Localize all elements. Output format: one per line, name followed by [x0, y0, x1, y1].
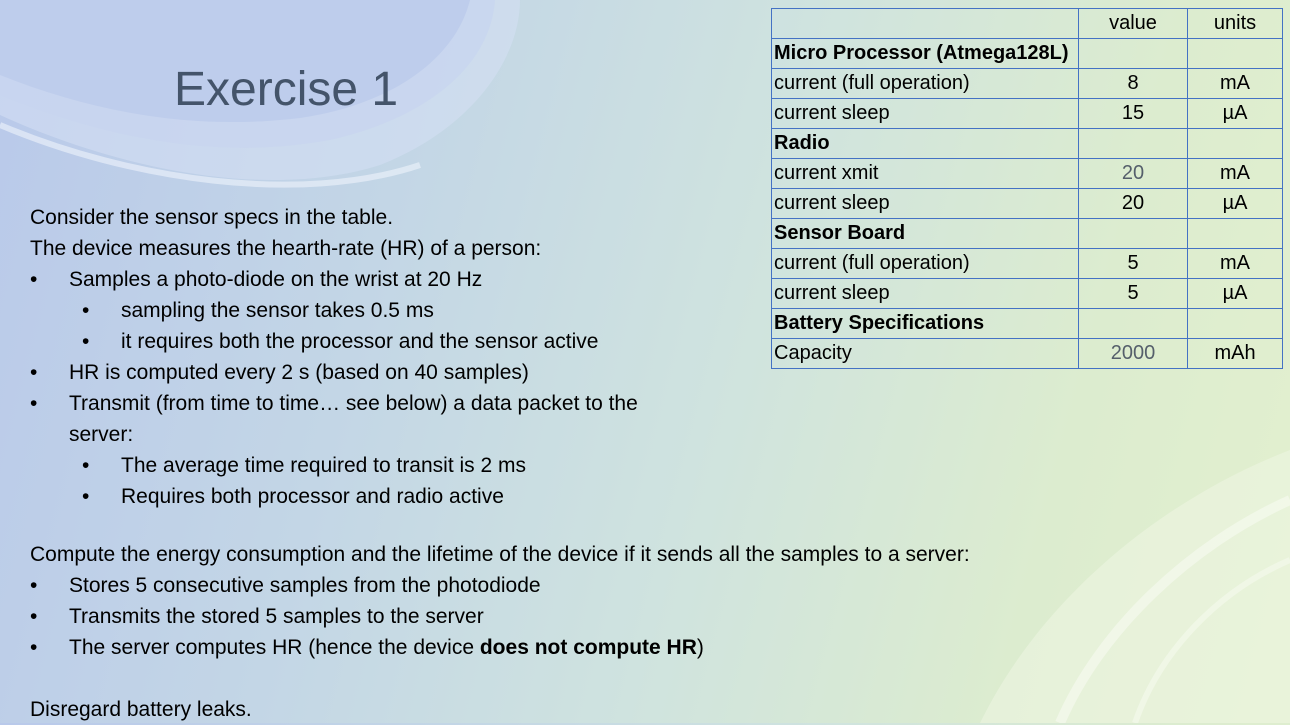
row-unit: mA [1187, 158, 1283, 189]
table-section-row: Micro Processor (Atmega128L) [771, 38, 1283, 69]
bullet-text-end: ) [696, 636, 704, 659]
row-unit: mA [1187, 248, 1283, 279]
row-value: 20 [1078, 158, 1188, 189]
row-label: current sleep [771, 98, 1079, 129]
table-header-row: value units [771, 8, 1283, 39]
bullet-item-continuation: server: [69, 423, 134, 446]
sub-bullet-item: sampling the sensor takes 0.5 ms [30, 295, 1130, 326]
table-header-units: units [1187, 8, 1283, 39]
section-name: Micro Processor (Atmega128L) [771, 38, 1079, 69]
table-row: current (full operation) 8 mA [771, 68, 1283, 99]
row-value: 15 [1078, 98, 1188, 129]
table-row: current sleep 15 µA [771, 98, 1283, 129]
row-unit: µA [1187, 98, 1283, 129]
row-unit: µA [1187, 188, 1283, 219]
row-unit: mA [1187, 68, 1283, 99]
intro-line: Consider the sensor specs in the table. [30, 206, 394, 229]
row-unit: mAh [1187, 338, 1283, 369]
table-header-label [771, 8, 1079, 39]
row-label: current (full operation) [771, 68, 1079, 99]
table-section-row: Radio [771, 128, 1283, 159]
row-value: 8 [1078, 68, 1188, 99]
bullet-item: Transmits the stored 5 samples to the se… [30, 601, 1130, 632]
bullet-item: The server computes HR (hence the device… [30, 632, 1130, 663]
footer-note: Disregard battery leaks. [30, 698, 252, 721]
bullet-item: Samples a photo-diode on the wrist at 20… [30, 264, 1130, 295]
row-label: current xmit [771, 158, 1079, 189]
compute-intro: Compute the energy consumption and the l… [30, 543, 970, 566]
sub-bullet-item: The average time required to transit is … [30, 450, 1130, 481]
bullet-item: HR is computed every 2 s (based on 40 sa… [30, 357, 1130, 388]
sub-bullet-item: it requires both the processor and the s… [30, 326, 1130, 357]
slide-body: Consider the sensor specs in the table. … [30, 202, 1130, 725]
bullet-text: The server computes HR (hence the device [69, 636, 480, 659]
section-name: Radio [771, 128, 1079, 159]
intro-line: The device measures the hearth-rate (HR)… [30, 237, 542, 260]
table-row: current xmit 20 mA [771, 158, 1283, 189]
table-header-value: value [1078, 8, 1188, 39]
bold-emphasis: does not compute HR [479, 636, 697, 659]
row-unit: µA [1187, 278, 1283, 309]
slide-title: Exercise 1 [174, 63, 399, 116]
sub-bullet-item: Requires both processor and radio active [30, 481, 1130, 512]
bullet-item: Stores 5 consecutive samples from the ph… [30, 570, 1130, 601]
bullet-item: Transmit (from time to time… see below) … [30, 388, 1130, 419]
